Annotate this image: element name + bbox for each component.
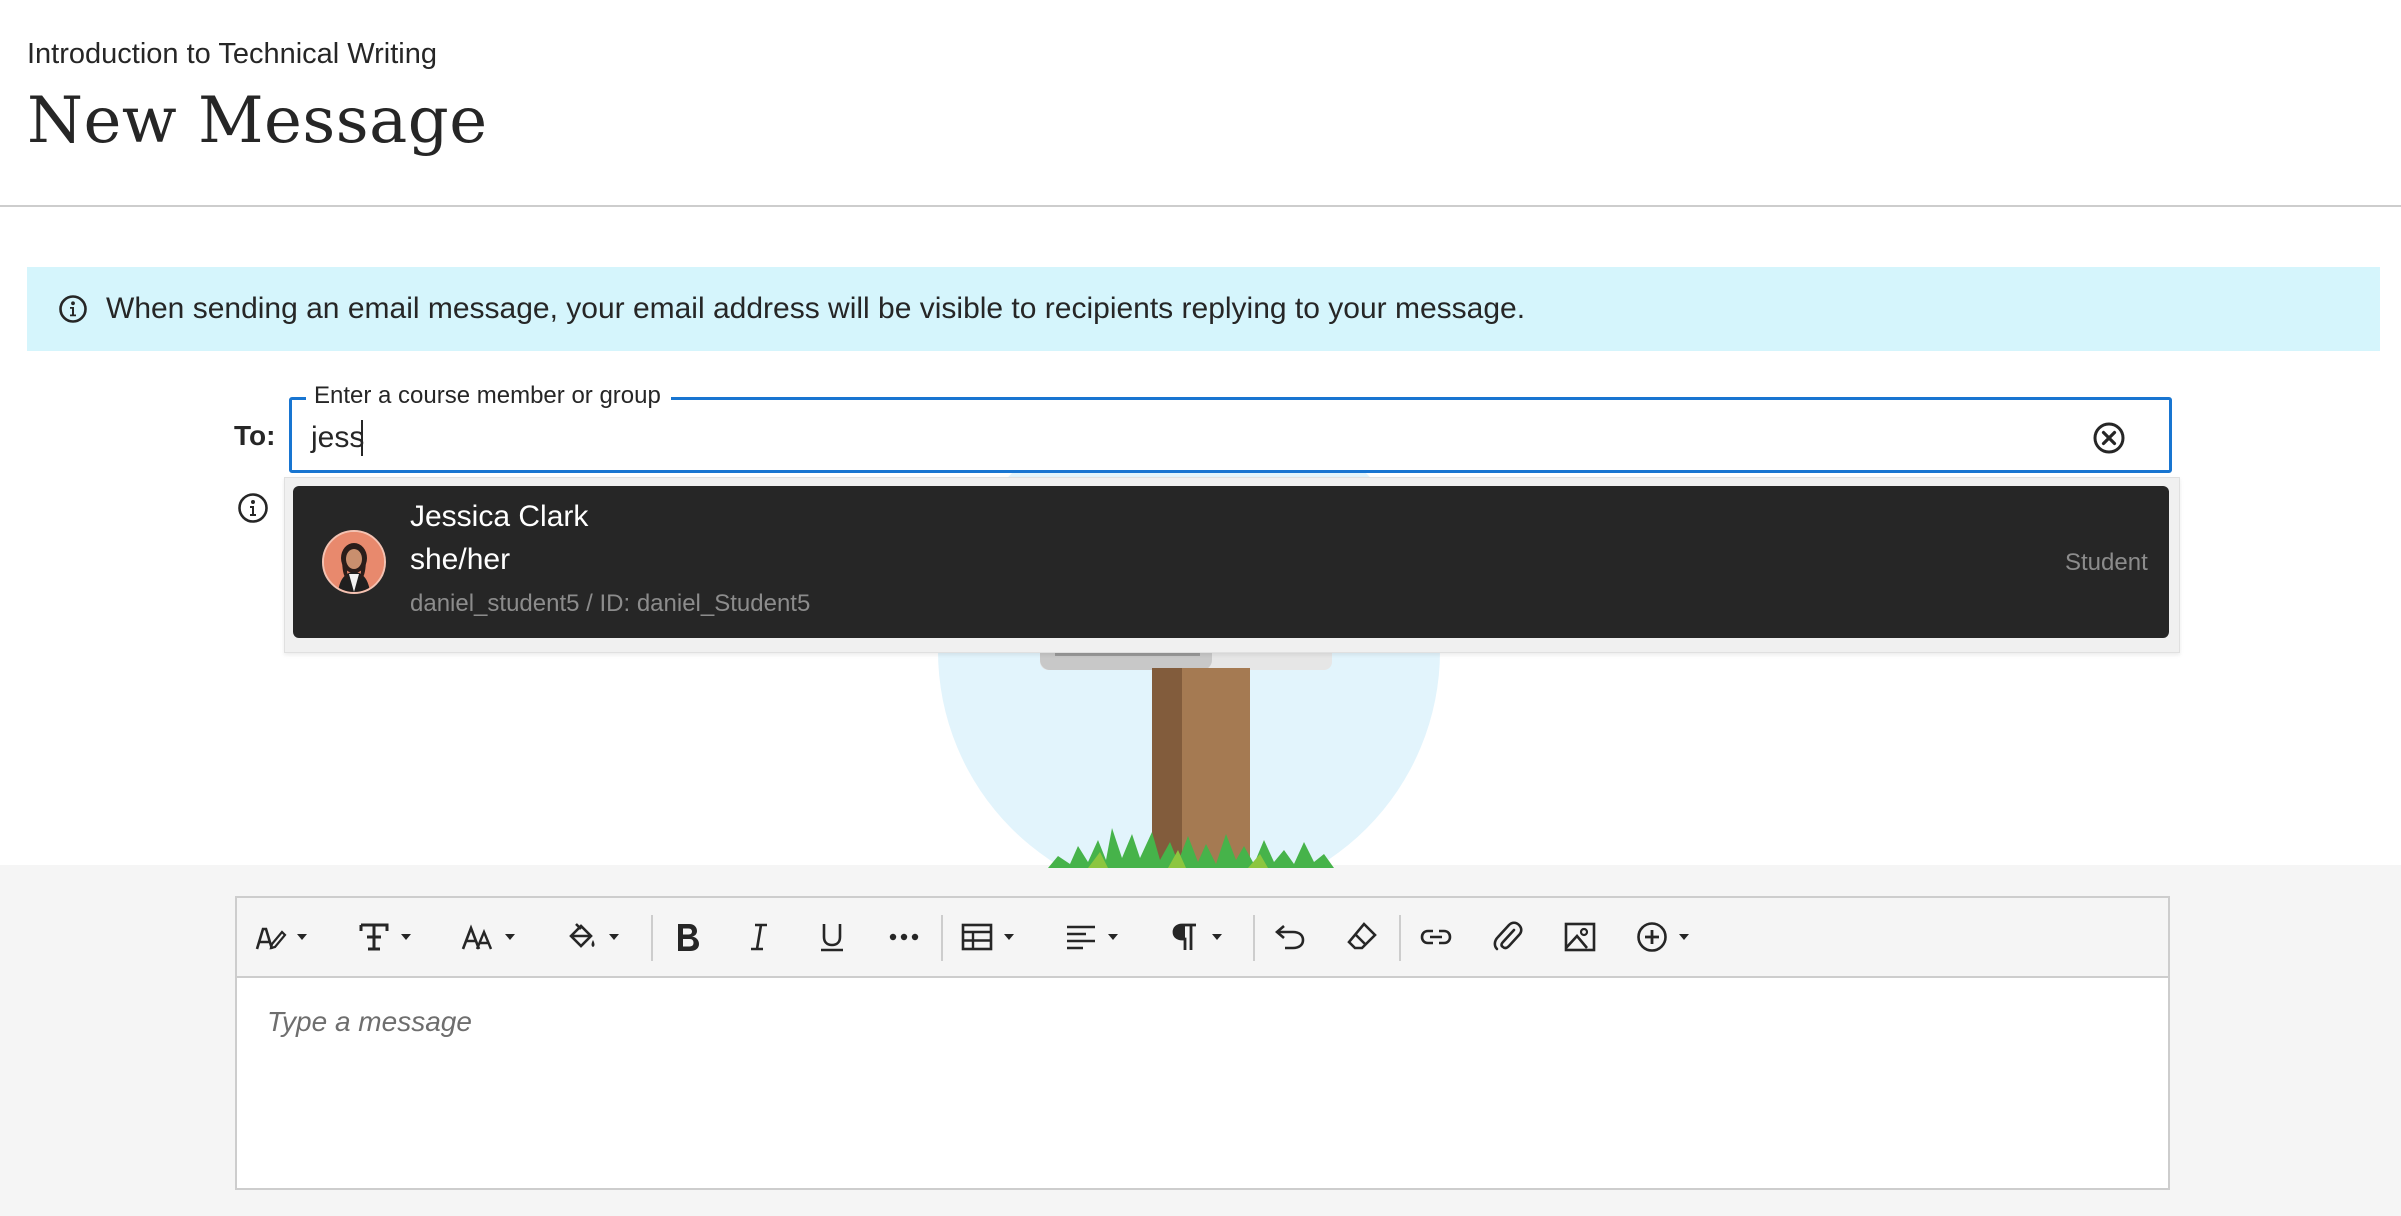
course-name: Introduction to Technical Writing: [27, 38, 437, 70]
fill-color-icon: [569, 923, 595, 948]
clear-format-icon: [1347, 922, 1377, 950]
align-left-icon: [1067, 925, 1095, 950]
email-visibility-notice: When sending an email message, your emai…: [27, 267, 2380, 351]
clear-circle-icon[interactable]: [2092, 421, 2126, 455]
underline-button[interactable]: [815, 914, 849, 960]
insert-content-button[interactable]: [1635, 914, 1689, 960]
attachment-icon: [1493, 921, 1523, 951]
recipient-input-label: Enter a course member or group: [306, 382, 671, 410]
font-size-button[interactable]: [461, 914, 515, 960]
attachment-button[interactable]: [1490, 914, 1524, 960]
italic-icon: [751, 923, 767, 951]
text-format-button[interactable]: [357, 914, 411, 960]
insert-icon: [1637, 922, 1667, 952]
bold-icon: [678, 924, 699, 951]
toolbar-divider: [941, 915, 943, 961]
undo-button[interactable]: [1273, 914, 1307, 960]
avatar: [322, 530, 386, 594]
toolbar-divider: [651, 915, 653, 961]
italic-button[interactable]: [742, 914, 776, 960]
page-title: New Message: [27, 84, 488, 158]
table-button[interactable]: [960, 914, 1014, 960]
align-button[interactable]: [1064, 914, 1118, 960]
image-icon: [1564, 922, 1596, 952]
suggestion-username: daniel_student5 / ID: daniel_Student5: [410, 590, 811, 617]
text-style-icon: [255, 927, 287, 950]
to-label: To:: [234, 420, 276, 451]
avatar-image: [324, 532, 384, 592]
header-divider: [0, 205, 2401, 207]
toolbar-divider: [1399, 915, 1401, 961]
suggestion-name: Jessica Clark: [410, 500, 589, 533]
paragraph-button[interactable]: [1168, 914, 1222, 960]
toolbar-divider: [1253, 915, 1255, 961]
suggestion-role: Student: [2065, 549, 2148, 576]
more-icon: [889, 933, 919, 941]
text-caret: [361, 420, 363, 456]
table-icon: [961, 923, 993, 951]
bold-button[interactable]: [670, 914, 704, 960]
text-format-icon: [359, 923, 389, 951]
text-style-button[interactable]: [253, 914, 307, 960]
font-size-icon: [461, 924, 493, 950]
clear-format-button[interactable]: [1345, 914, 1379, 960]
link-icon: [1420, 929, 1452, 945]
notice-text: When sending an email message, your emai…: [106, 292, 1526, 325]
underline-icon: [821, 924, 843, 952]
image-button[interactable]: [1563, 914, 1597, 960]
fill-color-button[interactable]: [565, 914, 619, 960]
message-placeholder: Type a message: [267, 1006, 472, 1037]
recipient-input-value[interactable]: jess: [311, 421, 364, 455]
suggestion-pronouns: she/her: [410, 543, 511, 576]
info-icon[interactable]: [237, 492, 269, 524]
paragraph-icon: [1172, 923, 1196, 950]
grass-decoration: [1048, 828, 1334, 868]
undo-icon: [1275, 925, 1305, 950]
more-button[interactable]: [887, 914, 921, 960]
link-button[interactable]: [1419, 914, 1453, 960]
info-icon: [59, 295, 87, 323]
